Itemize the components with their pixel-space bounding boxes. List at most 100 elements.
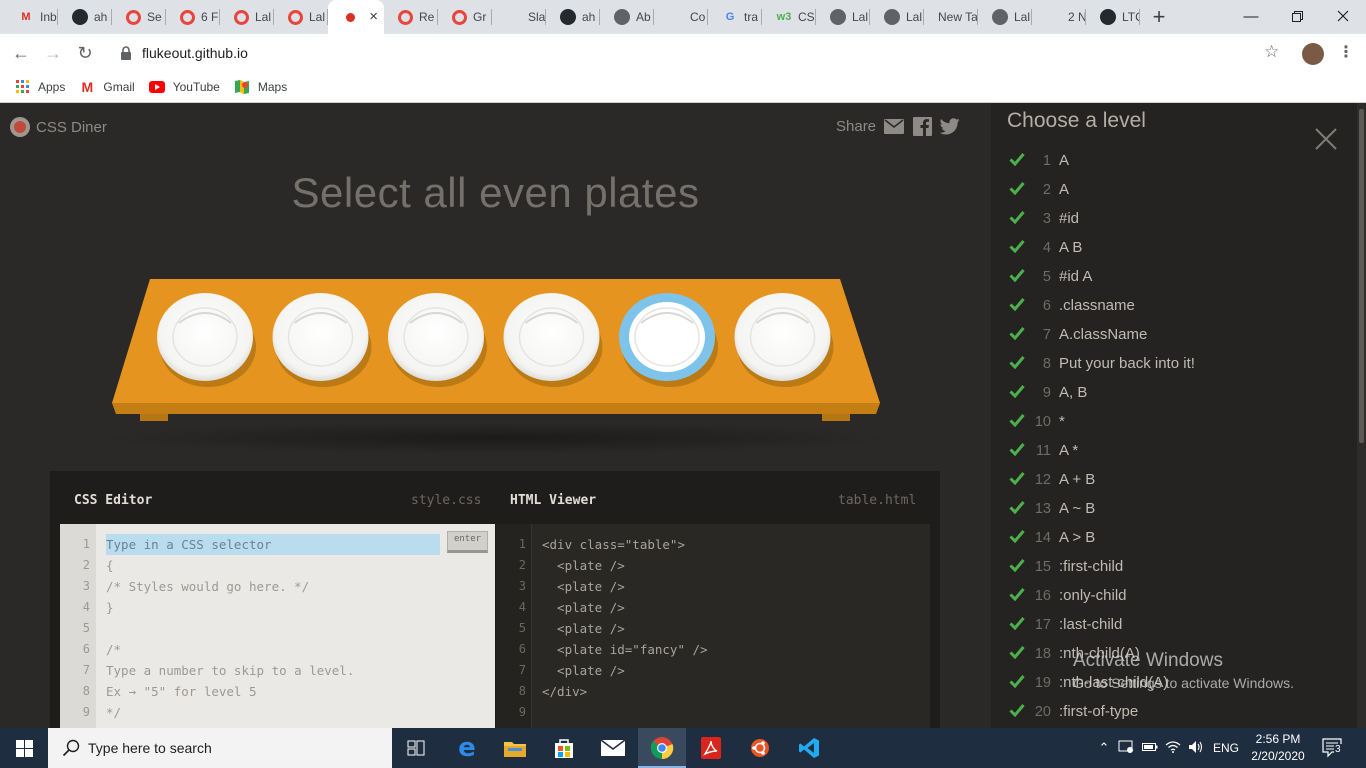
security-icon[interactable] [1114, 740, 1138, 757]
chevron-up-icon[interactable]: ⌃ [1094, 740, 1114, 756]
html-code-line[interactable]: <plate /> [542, 621, 625, 636]
profile-avatar[interactable] [1302, 43, 1324, 65]
browser-tab[interactable]: Lal [870, 0, 924, 34]
level-item[interactable]: 9 A, B [991, 378, 1351, 407]
tab-active[interactable]: × [328, 0, 384, 34]
browser-tab[interactable]: Gr [438, 0, 492, 34]
bookmark-maps[interactable]: Maps [234, 79, 287, 95]
browser-tab[interactable]: Lal [978, 0, 1032, 34]
scrollbar-thumb[interactable] [1359, 109, 1364, 443]
html-code-line[interactable]: <plate /> [542, 558, 625, 573]
browser-tab[interactable]: Se [112, 0, 166, 34]
globe-icon [992, 9, 1008, 25]
window-close-icon[interactable] [1320, 0, 1366, 32]
level-item[interactable]: 7 A.className [991, 320, 1351, 349]
html-code-line[interactable]: <plate /> [542, 579, 625, 594]
acrobat-icon[interactable] [687, 728, 735, 768]
windows-start-icon[interactable] [0, 728, 48, 768]
level-item[interactable]: 1A [991, 146, 1351, 175]
ubuntu-icon[interactable] [736, 728, 784, 768]
sidebar-scrollbar[interactable] [1357, 103, 1366, 728]
css-selector-input[interactable] [106, 534, 440, 555]
menu-kebab-icon[interactable]: ⋮ [1338, 42, 1354, 62]
file-explorer-icon[interactable] [491, 728, 539, 768]
level-item[interactable]: 18:nth-child(A) [991, 639, 1351, 668]
vscode-icon[interactable] [785, 728, 833, 768]
restore-icon[interactable] [1274, 0, 1320, 32]
wifi-icon[interactable] [1162, 740, 1184, 756]
bookmark-gmail[interactable]: M Gmail [79, 79, 135, 95]
language-indicator[interactable]: ENG [1208, 741, 1244, 755]
level-item[interactable]: 17:last-child [991, 610, 1351, 639]
browser-tab[interactable]: Gtra [708, 0, 762, 34]
task-view-icon[interactable] [392, 728, 440, 768]
browser-tab[interactable]: LTC [1086, 0, 1140, 34]
line-number: 2 [518, 558, 526, 572]
browser-tab[interactable]: M Inb [4, 0, 58, 34]
html-code-line[interactable]: <plate /> [542, 600, 625, 615]
browser-tab[interactable]: Ab [600, 0, 654, 34]
tab-close-icon[interactable]: × [369, 8, 378, 25]
browser-tab[interactable]: Lal [220, 0, 274, 34]
browser-tab[interactable]: Lal [274, 0, 328, 34]
forward-arrow-icon[interactable]: → [40, 40, 66, 66]
level-item[interactable]: 8 Put your back into it! [991, 349, 1351, 378]
email-icon[interactable] [884, 116, 905, 136]
level-item[interactable]: 12 A + B [991, 465, 1351, 494]
bookmark-star-icon[interactable]: ☆ [1264, 42, 1279, 62]
browser-tab[interactable]: Re [384, 0, 438, 34]
browser-tab[interactable]: Sla [492, 0, 546, 34]
html-code-line[interactable]: <plate /> [542, 663, 625, 678]
level-item[interactable]: 4 A B [991, 233, 1351, 262]
bookmark-apps[interactable]: Apps [14, 79, 65, 95]
battery-icon[interactable] [1138, 741, 1162, 755]
twitter-icon[interactable] [940, 116, 960, 136]
taskbar-search[interactable]: Type here to search [48, 728, 392, 768]
level-item[interactable]: 11 A * [991, 436, 1351, 465]
level-item[interactable]: 20:first-of-type [991, 697, 1351, 726]
ring-icon [452, 9, 467, 25]
level-item[interactable]: 5 #id A [991, 262, 1351, 291]
html-code-line[interactable]: </div> [542, 684, 587, 699]
level-item[interactable]: 13 A ~ B [991, 494, 1351, 523]
level-number: 7 [1042, 326, 1051, 343]
site-logo[interactable]: CSS Diner [10, 117, 107, 137]
browser-tab[interactable]: Co [654, 0, 708, 34]
browser-tab[interactable]: ah [58, 0, 112, 34]
edge-icon[interactable]: e [443, 728, 491, 768]
enter-button[interactable]: enter [447, 531, 488, 553]
browser-tab[interactable]: 6 F [166, 0, 220, 34]
browser-tab[interactable]: New Ta [924, 0, 978, 34]
store-icon[interactable] [540, 728, 588, 768]
minimize-icon[interactable]: — [1228, 0, 1274, 32]
level-item[interactable]: 10 * [991, 407, 1351, 436]
browser-tab[interactable]: 2 N [1032, 0, 1086, 34]
level-item[interactable]: 3 #id [991, 204, 1351, 233]
globe-icon [884, 9, 900, 25]
level-item[interactable]: 15:first-child [991, 552, 1351, 581]
browser-tab[interactable]: Lal [816, 0, 870, 34]
level-item[interactable]: 16:only-child [991, 581, 1351, 610]
level-item[interactable]: 14 A > B [991, 523, 1351, 552]
html-code-line[interactable]: <plate id="fancy" /> [542, 642, 708, 657]
chrome-taskbar-icon[interactable] [638, 728, 686, 768]
bookmark-youtube[interactable]: YouTube [148, 79, 220, 95]
volume-icon[interactable] [1184, 740, 1208, 757]
browser-tab[interactable]: w3 CS [762, 0, 816, 34]
notification-center-icon[interactable]: 3 [1322, 738, 1344, 763]
level-item[interactable]: 2A [991, 175, 1351, 204]
browser-tab[interactable]: ah [546, 0, 600, 34]
level-name: :only-child [1059, 587, 1127, 604]
address-bar[interactable]: flukeout.github.io [112, 39, 1296, 67]
html-code-line[interactable]: <div class="table"> [542, 537, 685, 552]
level-number: 4 [1042, 239, 1051, 256]
level-number: 20 [1034, 703, 1051, 720]
level-item[interactable]: 19:nth-last-child(A) [991, 668, 1351, 697]
reload-icon[interactable]: ↻ [72, 40, 98, 66]
mail-icon[interactable] [589, 728, 637, 768]
clock[interactable]: 2:56 PM 2/20/2020 [1250, 731, 1306, 765]
facebook-icon[interactable] [912, 116, 932, 136]
level-item[interactable]: 6 .classname [991, 291, 1351, 320]
back-arrow-icon[interactable]: ← [8, 40, 34, 66]
new-tab-button[interactable]: + [1144, 0, 1174, 34]
